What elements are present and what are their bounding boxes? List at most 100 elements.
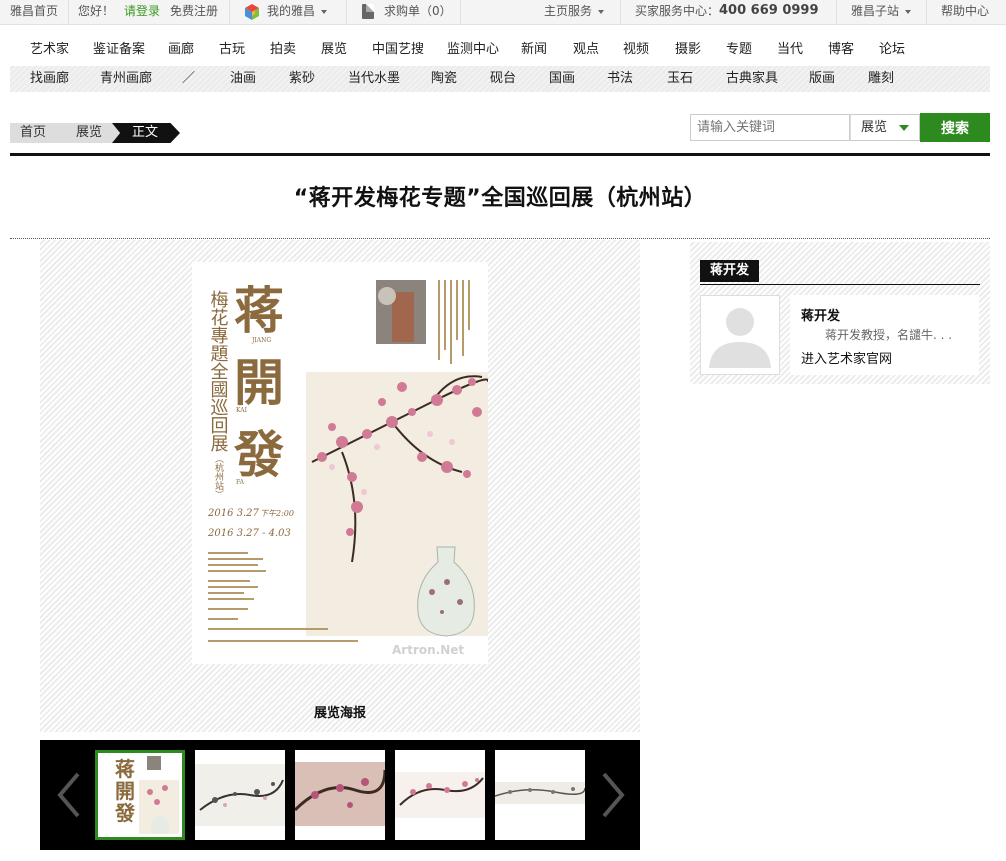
nav-item[interactable]: 鉴证备案 [93,36,145,64]
services-menu[interactable]: 主页服务 [544,0,605,24]
divider [620,0,621,24]
avatar[interactable] [700,295,780,375]
search-button[interactable]: 搜索 [920,113,990,142]
subnav-item[interactable]: 古典家具 [726,66,778,92]
thumbnail-item[interactable] [395,750,485,840]
nav-item[interactable]: 当代 [777,36,803,64]
nav-item[interactable]: 博客 [828,36,854,64]
artron-logo-icon [245,4,259,20]
nav-item[interactable]: 监测中心 [447,36,499,64]
page-title: “蒋开发梅花专题”全国巡回展（杭州站） [293,186,707,211]
image-caption: 展览海报 [313,706,366,721]
nav-item[interactable]: 视频 [623,36,649,64]
subnav-item[interactable]: 陶瓷 [431,66,457,92]
user-placeholder-icon [709,308,771,368]
sub-sites-menu[interactable]: 雅昌子站 [851,0,912,24]
service-phone: 400 669 0999 [719,3,819,18]
poster-date-1: 2016 3.27 [207,508,260,519]
poster-time: 下午2:00 [260,509,294,518]
subnav-item[interactable]: 玉石 [667,66,693,92]
subnav-item[interactable]: 雕刻 [868,66,894,92]
exhibition-poster-image[interactable]: 蒋 JIANG 開 KAI 發 FA 梅花專題全國巡回展 （杭州站） 2016 … [192,262,488,664]
thumbnail-image: 蒋 開 發 [95,750,185,840]
poster-pinyin: FA [236,479,245,486]
nav-item[interactable]: 新闻 [521,36,547,64]
poster-subtitle: 梅花專題全國巡回展 [208,290,229,452]
help-link[interactable]: 帮助中心 [941,0,989,24]
nav-item[interactable]: 中国艺搜 [372,36,424,64]
main-image-viewer: 蒋 JIANG 開 KAI 發 FA 梅花專題全國巡回展 （杭州站） 2016 … [40,240,640,732]
chevron-down-icon [905,9,912,14]
prev-arrow-icon[interactable] [54,770,84,820]
divider [10,153,990,156]
subnav-item[interactable]: 书法 [607,66,633,92]
sub-sites-label: 雅昌子站 [851,4,900,18]
document-icon [362,4,374,19]
nav-item[interactable]: 专题 [726,36,752,64]
chevron-down-icon [899,125,909,131]
thumbnail-image [495,750,585,840]
divider [836,0,837,24]
thumbnail-image [395,750,485,840]
search-input[interactable] [690,114,850,141]
nav-item[interactable]: 观点 [573,36,599,64]
nav-item[interactable]: 摄影 [675,36,701,64]
sidebar-header: 蒋开发 [700,260,980,285]
artist-homepage-link[interactable]: 进入艺术家官网 [801,348,892,367]
subnav-item[interactable]: 油画 [230,66,256,92]
poster-char: 發 [233,425,284,484]
poster-char: 開 [234,353,284,412]
divider [460,0,461,24]
svg-text:蒋: 蒋 [115,757,135,781]
nav-item[interactable]: 拍卖 [270,36,296,64]
subnav-item[interactable]: 青州画廊 [100,66,152,92]
thumbnail-item[interactable] [295,750,385,840]
search-category-select[interactable]: 展览 [850,114,920,141]
my-artron-label: 我的雅昌 [267,4,316,18]
register-link[interactable]: 免费注册 [170,0,218,24]
subnav-item[interactable]: 版画 [809,66,835,92]
home-link[interactable]: 雅昌首页 [10,0,58,24]
divider [346,0,347,24]
sidebar-tab: 蒋开发 [700,260,760,282]
divider [229,0,230,24]
thumbnail-item[interactable]: 蒋 開 發 [95,750,185,840]
thumbnail-strip: 蒋 開 發 [40,740,640,850]
divider [68,0,69,24]
nav-item[interactable]: 古玩 [219,36,245,64]
next-arrow-icon[interactable] [598,770,628,820]
services-label: 主页服务 [544,4,593,18]
poster-char: 蒋 [234,281,284,340]
nav-item[interactable]: 展览 [321,36,347,64]
greeting-text: 您好！ [78,4,115,18]
subnav-item[interactable]: 当代水墨 [348,66,400,92]
subnav-divider: ／ [182,71,196,86]
thumbnail-image [195,750,285,840]
poster-station: （杭州站） [213,454,224,499]
poster-watermark: Artron.Net [392,643,464,657]
my-artron-menu[interactable]: 我的雅昌 [267,0,328,24]
poster-graphic: 蒋 JIANG 開 KAI 發 FA 梅花專題全國巡回展 （杭州站） 2016 … [192,262,488,664]
login-link[interactable]: 请登录 [124,0,160,24]
poster-pinyin: JIANG [251,337,271,344]
thumbnail-item[interactable] [495,750,585,840]
subnav-item[interactable]: 砚台 [490,66,516,92]
svg-text:開: 開 [115,779,135,803]
secondary-nav: 找画廊 青州画廊 ／ 油画 紫砂 当代水墨 陶瓷 砚台 国画 书法 玉石 古典家… [10,66,990,92]
svg-text:發: 發 [114,801,135,825]
nav-item[interactable]: 论坛 [879,36,905,64]
subnav-item[interactable]: 找画廊 [30,66,69,92]
poster-pinyin: KAI [236,407,248,414]
nav-item[interactable]: 画廊 [168,36,194,64]
chevron-down-icon [598,9,605,14]
artist-sidebar: 蒋开发 蒋开发 蒋开发教授，名譴牛. . . 进入艺术家官网 [690,242,990,384]
search-category-value: 展览 [861,120,888,135]
subnav-item[interactable]: 紫砂 [289,66,315,92]
thumbnail-item[interactable] [195,750,285,840]
chevron-down-icon [321,9,328,14]
wishlist-link[interactable]: 求购单（0） [384,0,452,24]
subnav-item[interactable]: 国画 [549,66,575,92]
nav-item[interactable]: 艺术家 [30,36,69,64]
divider [10,238,990,239]
artist-name[interactable]: 蒋开发 [801,305,840,324]
